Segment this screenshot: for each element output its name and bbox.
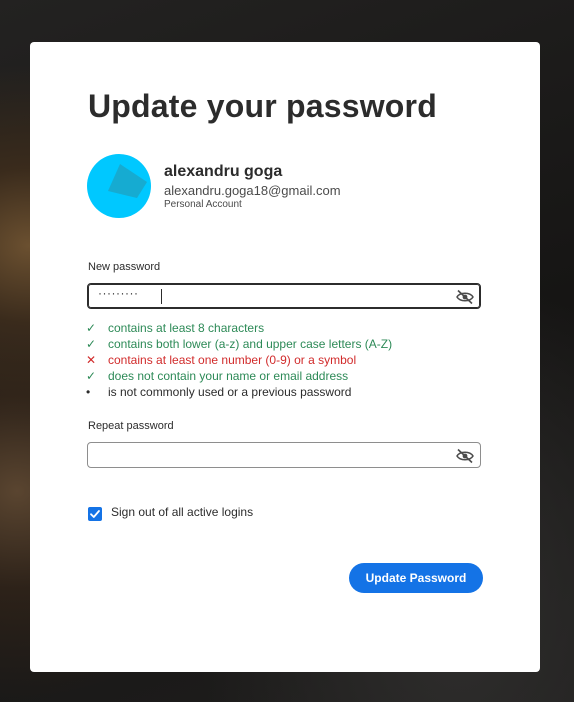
password-requirements-list: ✓ contains at least 8 characters ✓ conta…	[86, 320, 392, 400]
account-type: Personal Account	[164, 199, 242, 210]
text-caret	[161, 289, 162, 304]
requirement-item: ✓ contains at least 8 characters	[86, 320, 392, 336]
new-password-label: New password	[88, 261, 161, 273]
check-icon: ✓	[86, 337, 97, 351]
requirement-text: contains both lower (a-z) and upper case…	[108, 337, 393, 351]
repeat-password-field[interactable]	[87, 442, 481, 468]
new-password-value[interactable]: ·········	[98, 286, 138, 300]
bullet-icon: •	[86, 385, 91, 399]
repeat-password-input[interactable]	[96, 445, 448, 465]
cross-icon: ✕	[86, 353, 97, 367]
eye-off-icon[interactable]	[456, 448, 474, 464]
requirement-text: contains at least 8 characters	[108, 321, 265, 335]
sign-out-checkbox[interactable]	[88, 507, 102, 521]
check-icon: ✓	[86, 321, 97, 335]
eye-off-icon[interactable]	[456, 289, 474, 305]
sign-out-label[interactable]: Sign out of all active logins	[111, 505, 253, 519]
requirement-item: ✕ contains at least one number (0-9) or …	[86, 352, 392, 368]
checkmark-icon	[90, 510, 100, 518]
check-icon: ✓	[86, 369, 97, 383]
new-password-field[interactable]: ·········	[87, 283, 481, 309]
avatar	[87, 154, 151, 218]
update-password-card: Update your password alexandru goga alex…	[30, 42, 540, 672]
requirement-text: does not contain your name or email addr…	[108, 369, 349, 383]
update-password-button[interactable]: Update Password	[349, 563, 483, 593]
user-email: alexandru.goga18@gmail.com	[164, 183, 341, 198]
repeat-password-label: Repeat password	[88, 420, 174, 432]
requirement-item: ✓ contains both lower (a-z) and upper ca…	[86, 336, 392, 352]
user-name: alexandru goga	[164, 163, 283, 180]
requirement-text: contains at least one number (0-9) or a …	[108, 353, 357, 367]
page-title: Update your password	[88, 88, 437, 124]
requirement-item: ✓ does not contain your name or email ad…	[86, 368, 392, 384]
requirement-item: • is not commonly used or a previous pas…	[86, 384, 392, 400]
requirement-text: is not commonly used or a previous passw…	[108, 385, 352, 399]
